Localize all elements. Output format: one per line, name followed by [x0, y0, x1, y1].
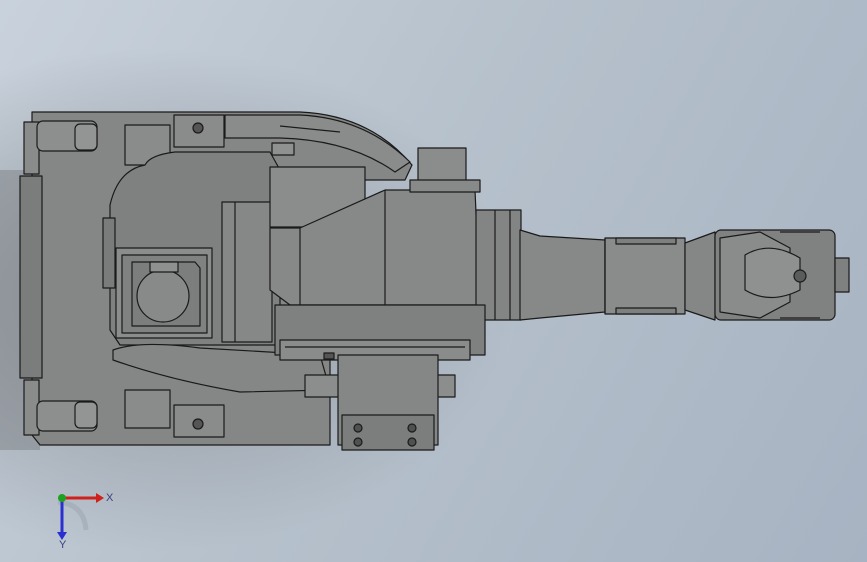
x-arrowhead-icon [96, 493, 104, 503]
y-axis-label: Y [59, 539, 67, 550]
cad-viewport[interactable]: X Y [0, 0, 867, 562]
wrist-flange [714, 229, 850, 321]
robot-arm-model[interactable] [0, 0, 867, 562]
axis-triad: X Y [57, 492, 114, 550]
x-axis-label: X [106, 492, 114, 504]
upper-arm [519, 229, 716, 321]
z-axis-dot-icon [58, 494, 66, 502]
